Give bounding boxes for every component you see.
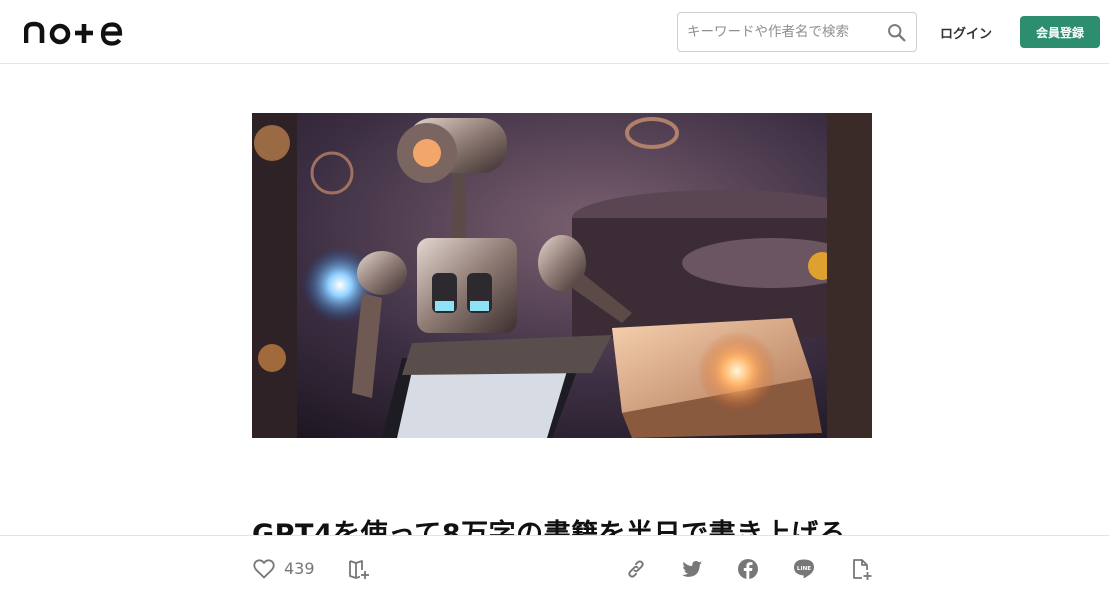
facebook-icon[interactable] bbox=[736, 557, 760, 581]
note-logo-icon bbox=[24, 21, 123, 46]
svg-text:LINE: LINE bbox=[797, 566, 811, 572]
magazine-add-icon[interactable] bbox=[347, 557, 371, 581]
note-add-icon[interactable] bbox=[849, 557, 873, 581]
line-icon[interactable]: LINE bbox=[792, 557, 816, 581]
like-count: 439 bbox=[284, 559, 315, 578]
twitter-icon[interactable] bbox=[680, 557, 704, 581]
link-icon[interactable] bbox=[624, 557, 648, 581]
search-input[interactable] bbox=[678, 13, 878, 51]
search-icon[interactable] bbox=[886, 22, 907, 43]
heart-icon[interactable] bbox=[252, 557, 276, 581]
article-action-bar: 439 LINE bbox=[0, 535, 1109, 600]
search-box bbox=[677, 12, 917, 52]
article-hero-image bbox=[252, 113, 872, 438]
signup-button[interactable]: 会員登録 bbox=[1020, 16, 1100, 48]
note-logo[interactable] bbox=[24, 14, 124, 50]
login-link[interactable]: ログイン bbox=[940, 23, 992, 42]
site-header: ログイン 会員登録 bbox=[0, 0, 1109, 64]
